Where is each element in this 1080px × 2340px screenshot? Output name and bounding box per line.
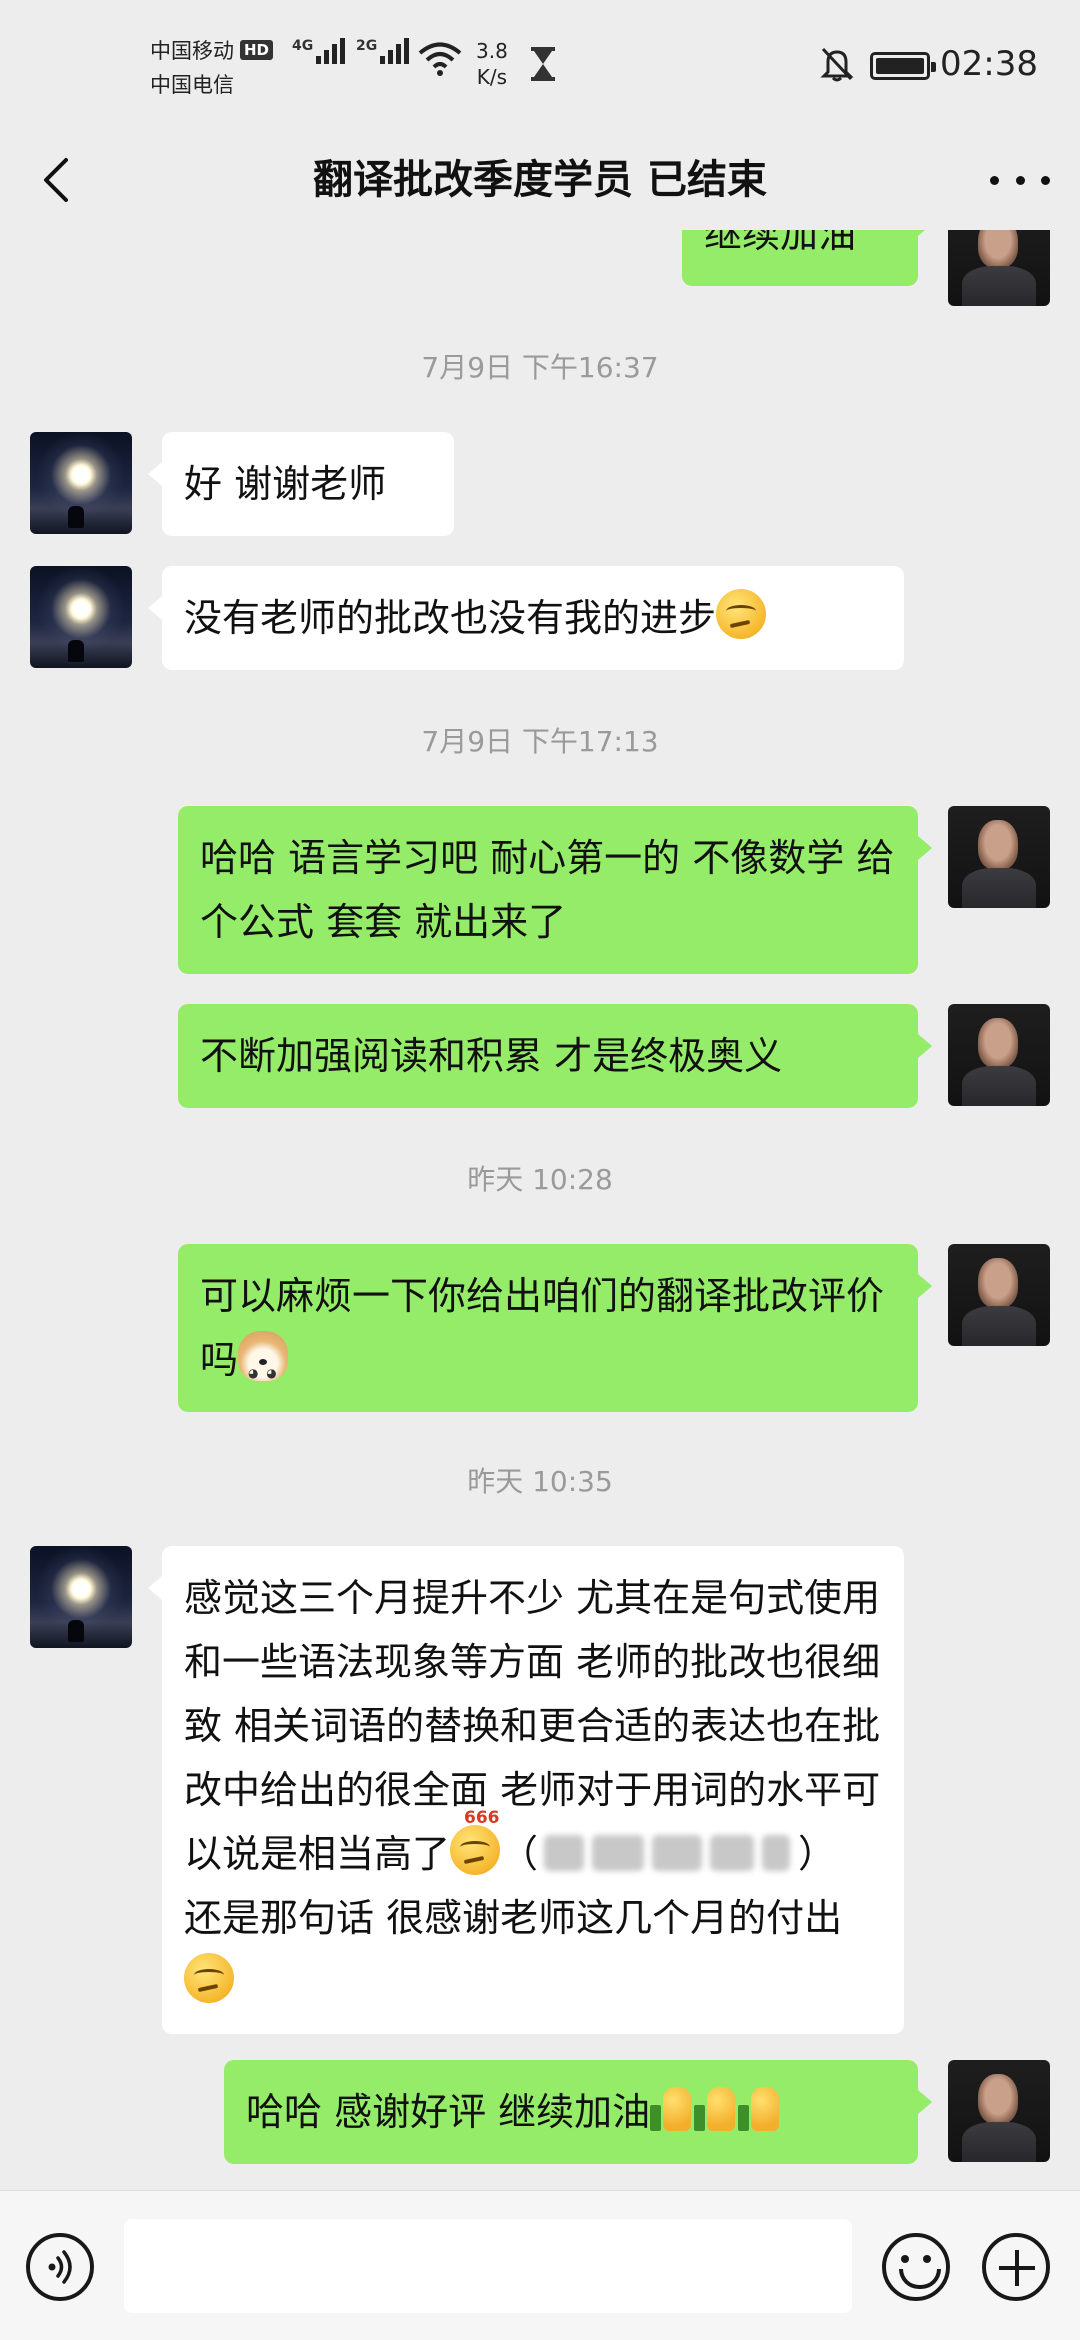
hd-badge: HD <box>240 40 274 60</box>
carrier-1: 中国移动 <box>150 39 234 63</box>
chat-header: 翻译批改季度学员 已结束 <box>0 130 1080 230</box>
message-bubble-sent[interactable]: 哈哈 语言学习吧 耐心第一的 不像数学 给个公式 套套 就出来了 <box>178 806 932 974</box>
wifi-icon <box>418 42 462 76</box>
message-text: 继续加油 <box>704 230 857 256</box>
avatar-student[interactable] <box>30 432 132 534</box>
timestamp: 昨天 10:35 <box>467 1465 613 1498</box>
message-text: 哈哈 感谢好评 继续加油 <box>246 2090 651 2134</box>
avatar-student[interactable] <box>30 566 132 668</box>
timestamp: 昨天 10:28 <box>467 1163 613 1196</box>
smirk-emoji <box>184 1953 234 2003</box>
666-label: 666 <box>464 1808 500 1828</box>
message-text: 哈哈 语言学习吧 耐心第一的 不像数学 给个公式 套套 就出来了 <box>200 836 895 944</box>
message-text: 好 谢谢老师 <box>184 462 387 506</box>
timestamp: 7月9日 下午17:13 <box>421 725 659 758</box>
message-bubble-received[interactable]: 好 谢谢老师 <box>148 432 454 536</box>
message-text: 不断加强阅读和积累 才是终极奥义 <box>200 1034 783 1078</box>
emoji-icon[interactable] <box>882 2233 950 2301</box>
more-icon[interactable] <box>990 158 1050 202</box>
message-bubble-sent[interactable]: 可以麻烦一下你给出咱们的翻译批改评价吗 <box>178 1244 932 1412</box>
voice-icon[interactable] <box>26 2233 94 2301</box>
signal-4g-icon: 4G <box>292 38 348 64</box>
message-bubble-sent[interactable]: 哈哈 感谢好评 继续加油 <box>224 2060 932 2164</box>
net-speed-unit: K/s <box>476 65 508 89</box>
message-bubble-sent[interactable]: 继续加油 <box>682 230 932 286</box>
chat-title: 翻译批改季度学员 已结束 <box>313 157 767 203</box>
avatar-teacher[interactable] <box>948 230 1050 306</box>
thumbs-up-emoji <box>650 2083 694 2133</box>
message-bubble-received[interactable]: 感觉这三个月提升不少 尤其在是句式使用和一些语法现象等方面 老师的批改也很细致 … <box>148 1546 904 2034</box>
avatar-teacher[interactable] <box>948 806 1050 908</box>
message-text: 没有老师的批改也没有我的进步 <box>184 596 717 640</box>
avatar-teacher[interactable] <box>948 1244 1050 1346</box>
hourglass-icon <box>531 47 555 81</box>
message-text: 可以麻烦一下你给出咱们的翻译批改评价吗 <box>200 1274 885 1382</box>
net-type-1: 4G <box>292 38 314 54</box>
carrier-2: 中国电信 <box>150 73 234 97</box>
battery-icon <box>870 52 936 80</box>
net-speed: 3.8 K/s <box>476 38 508 90</box>
smirk-emoji <box>716 589 767 639</box>
carrier-info: 中国移动 HD 中国电信 <box>150 34 274 102</box>
plus-icon[interactable] <box>982 2233 1050 2301</box>
avatar-teacher[interactable] <box>948 1004 1050 1106</box>
signal-2g-icon: 2G <box>356 38 412 64</box>
input-bar <box>0 2190 1080 2340</box>
doge-emoji <box>238 1331 289 1405</box>
net-type-2: 2G <box>356 38 378 54</box>
status-bar: 中国移动 HD 中国电信 4G 2G 3.8 K/s 02:38 <box>0 0 1080 135</box>
666-emoji: 666 <box>450 1809 501 1875</box>
message-text: （ <box>500 1832 539 1876</box>
message-bubble-received[interactable]: 没有老师的批改也没有我的进步 <box>148 566 904 670</box>
message-list[interactable]: 继续加油 7月9日 下午16:37 好 谢谢老师 没有老师的批改也没有我的进步 … <box>0 230 1080 2190</box>
thumbs-up-emoji <box>738 2083 782 2133</box>
thumbs-up-emoji <box>694 2083 738 2133</box>
message-bubble-sent[interactable]: 不断加强阅读和积累 才是终极奥义 <box>178 1004 932 1108</box>
avatar-student[interactable] <box>30 1546 132 1648</box>
blurred-text <box>538 1827 798 1877</box>
avatar-teacher[interactable] <box>948 2060 1050 2162</box>
bell-off-icon <box>820 47 854 82</box>
status-time: 02:38 <box>940 44 1038 84</box>
timestamp: 7月9日 下午16:37 <box>421 351 659 384</box>
message-input[interactable] <box>124 2219 852 2313</box>
net-speed-value: 3.8 <box>476 39 508 63</box>
